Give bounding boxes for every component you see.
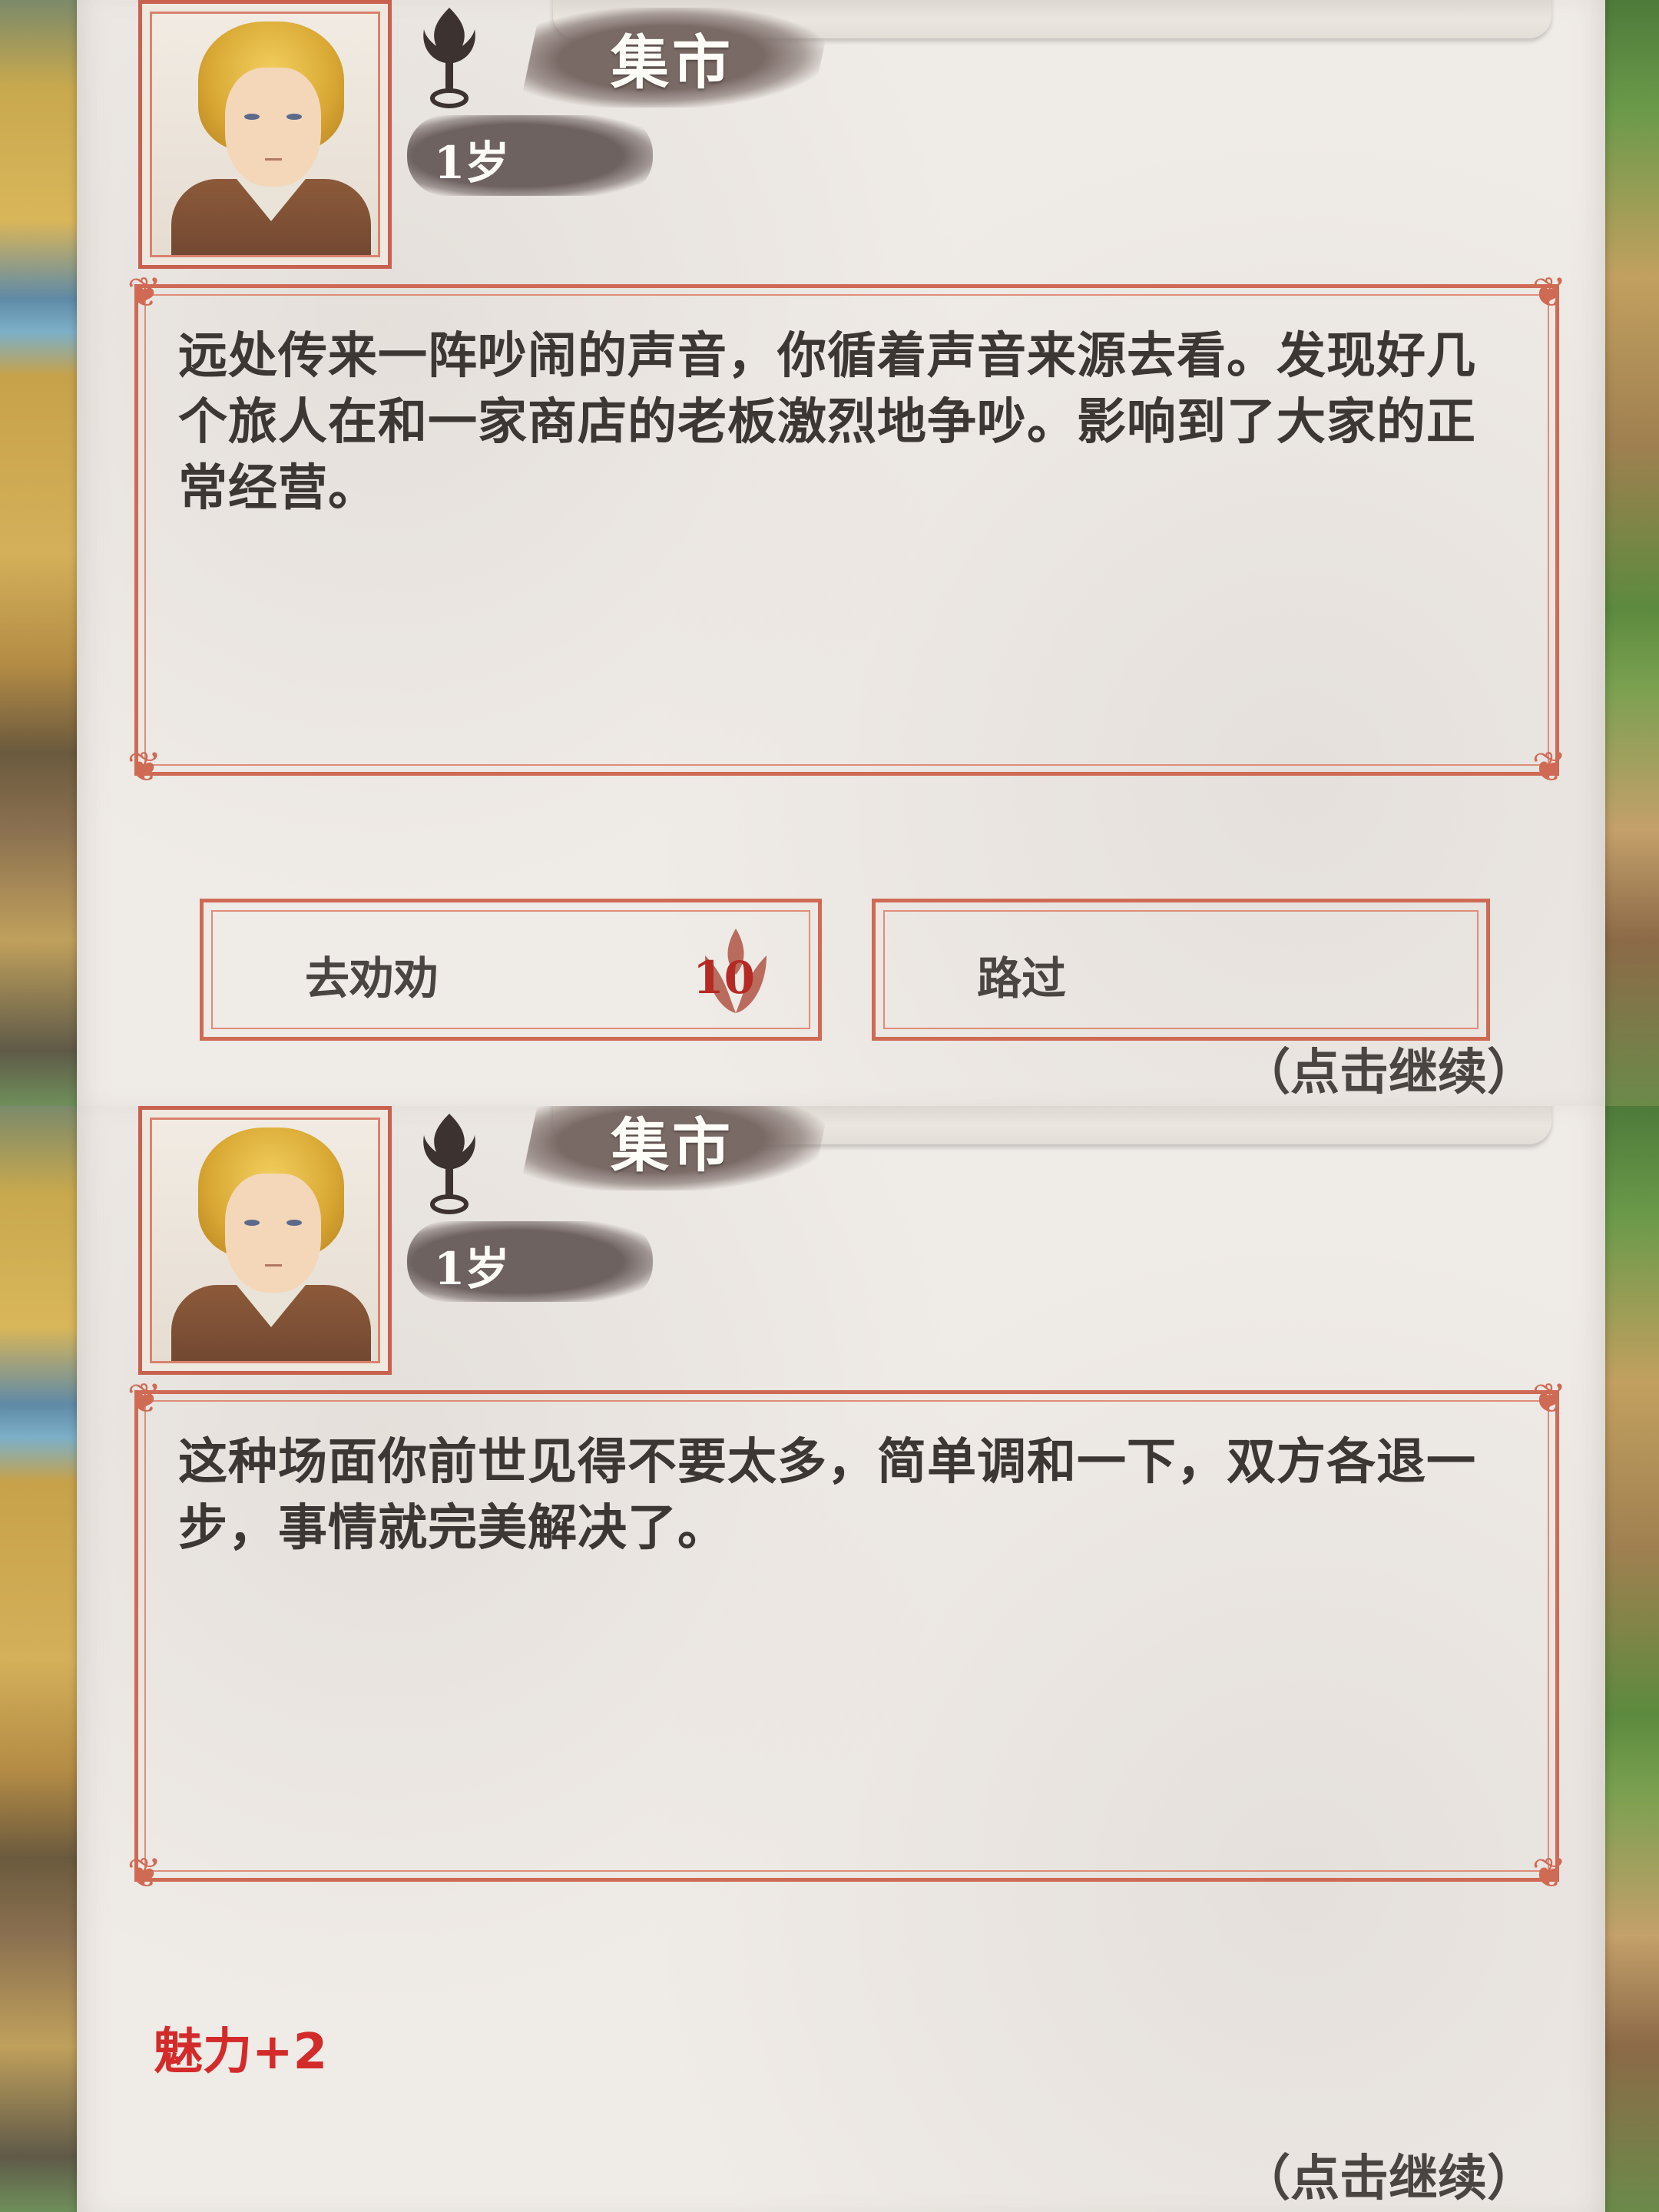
- scenery-right: [1598, 1106, 1659, 2212]
- ornament-icon: ❦: [1532, 743, 1567, 791]
- crest-icon: [423, 1114, 475, 1214]
- portrait-face: [225, 68, 321, 187]
- option-label: 路过: [977, 952, 1067, 1005]
- ornament-icon: ❦: [127, 268, 162, 316]
- ornament-icon: ❦: [1532, 268, 1567, 316]
- location-name: 集市: [611, 1111, 733, 1180]
- age-label: 1岁: [434, 137, 510, 189]
- event-panel-result: 集市 1岁 ❦ ❦ ❦ ❦ 这种场面你前世见得不要太多，简单调和一下，双方各退一…: [0, 1106, 1659, 2212]
- ornament-icon: ❦: [1532, 1374, 1567, 1422]
- ornament-icon: ❦: [127, 743, 162, 791]
- character-portrait: [138, 0, 392, 269]
- portrait-face: [225, 1174, 321, 1293]
- continue-prompt[interactable]: （点击继续）: [1241, 2139, 1536, 2210]
- story-box: ❦ ❦ ❦ ❦ 这种场面你前世见得不要太多，简单调和一下，双方各退一步，事情就完…: [127, 1376, 1566, 1896]
- option-cost: 10: [693, 952, 755, 1004]
- location-name: 集市: [611, 28, 733, 97]
- event-panel-choice: 集市 1岁 ❦ ❦ ❦ ❦ 远处传来一阵吵闹的声音，你循着声音来源去看。发现好几…: [0, 0, 1659, 1106]
- crest-icon: [423, 8, 475, 108]
- story-text: 远处传来一阵吵闹的声音，你循着声音来源去看。发现好几个旅人在和一家商店的老板激烈…: [178, 328, 1476, 517]
- character-portrait: [138, 1106, 392, 1375]
- ornament-icon: ❦: [127, 1849, 162, 1897]
- continue-prompt[interactable]: （点击继续）: [1241, 1033, 1536, 1104]
- reward-text: 魅力+2: [154, 2024, 328, 2081]
- option-persuade-button[interactable]: 去劝劝 10: [200, 899, 822, 1041]
- ornament-icon: ❦: [127, 1374, 162, 1422]
- age-label: 1岁: [434, 1243, 510, 1295]
- option-label: 去劝劝: [305, 952, 439, 1005]
- ornament-icon: ❦: [1532, 1849, 1567, 1897]
- scenery-right: [1598, 0, 1659, 1106]
- option-pass-button[interactable]: 路过: [872, 899, 1490, 1041]
- story-box: ❦ ❦ ❦ ❦ 远处传来一阵吵闹的声音，你循着声音来源去看。发现好几个旅人在和一…: [127, 270, 1566, 790]
- story-text: 这种场面你前世见得不要太多，简单调和一下，双方各退一步，事情就完美解决了。: [178, 1434, 1476, 1557]
